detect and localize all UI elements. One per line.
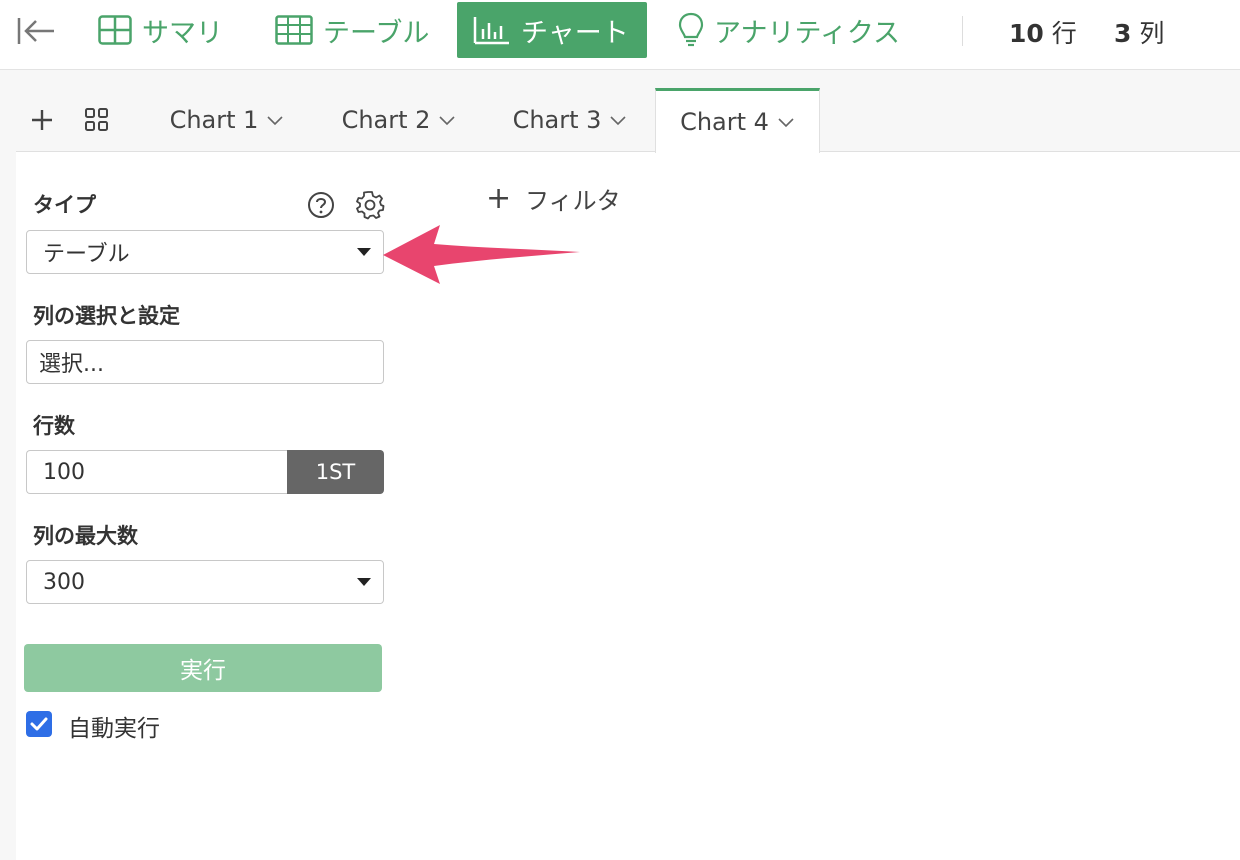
checkmark-icon	[30, 717, 48, 731]
tab-chart-2[interactable]: Chart 2	[324, 88, 474, 152]
tab-label: Chart 1	[169, 106, 259, 134]
chart-type-value: テーブル	[43, 242, 130, 267]
columns-placeholder: 選択...	[39, 352, 104, 377]
type-label: タイプ	[33, 193, 96, 217]
max-columns-value: 300	[43, 569, 85, 595]
tab-label: Chart 4	[680, 108, 769, 136]
max-columns-label: 列の最大数	[33, 524, 138, 548]
collapse-panel-icon[interactable]	[14, 14, 58, 48]
columns-select-input[interactable]: 選択...	[26, 340, 384, 384]
summary-grid-icon	[98, 15, 132, 45]
rows-mode-label: 1ST	[315, 460, 356, 484]
toolbar-divider	[962, 16, 963, 46]
chevron-down-icon	[778, 118, 794, 128]
chevron-down-icon	[610, 116, 626, 126]
chart-type-select[interactable]: テーブル	[26, 230, 384, 274]
tab-chart-3[interactable]: Chart 3	[495, 88, 645, 152]
top-toolbar: サマリ テーブル チャート アナリティクス 10 行 3 列	[0, 0, 1240, 70]
nav-analytics-label: アナリティクス	[714, 17, 901, 49]
left-gutter	[0, 70, 16, 860]
chart-grid-view-icon[interactable]	[84, 107, 110, 133]
table-icon	[275, 15, 313, 45]
gear-icon[interactable]	[355, 190, 385, 220]
nav-summary-button[interactable]: サマリ	[98, 2, 223, 58]
tab-chart-1[interactable]: Chart 1	[152, 88, 302, 152]
tab-chart-4[interactable]: Chart 4	[655, 88, 820, 153]
plus-icon: +	[486, 180, 512, 216]
rows-input[interactable]: 100	[26, 450, 288, 494]
row-count-value: 10	[1009, 19, 1044, 48]
nav-chart-button[interactable]: チャート	[457, 2, 647, 58]
row-count-unit: 行	[1051, 19, 1077, 48]
lightbulb-icon	[678, 12, 704, 47]
chevron-down-icon	[439, 116, 455, 126]
nav-summary-label: サマリ	[142, 17, 223, 49]
max-columns-select[interactable]: 300	[26, 560, 384, 604]
auto-run-label: 自動実行	[68, 716, 160, 742]
nav-chart-label: チャート	[521, 17, 629, 49]
add-filter-button[interactable]: + フィルタ	[486, 181, 621, 216]
rows-input-value: 100	[43, 459, 85, 485]
nav-table-button[interactable]: テーブル	[275, 2, 429, 58]
tab-label: Chart 2	[341, 106, 431, 134]
nav-table-label: テーブル	[323, 17, 430, 49]
caret-down-icon	[357, 248, 371, 256]
column-count-unit: 列	[1139, 19, 1165, 48]
columns-label: 列の選択と設定	[33, 304, 180, 328]
rows-mode-button[interactable]: 1ST	[287, 450, 384, 494]
run-button[interactable]: 実行	[24, 644, 382, 692]
chevron-down-icon	[267, 116, 283, 126]
filter-label: フィルタ	[525, 187, 621, 215]
run-button-label: 実行	[180, 658, 226, 684]
help-icon[interactable]	[307, 191, 335, 219]
tab-label: Chart 3	[512, 106, 602, 134]
rows-label: 行数	[33, 414, 75, 438]
annotation-arrow-icon	[383, 225, 580, 284]
column-count-value: 3	[1114, 19, 1132, 48]
row-count: 10 行	[1009, 14, 1077, 50]
nav-analytics-button[interactable]: アナリティクス	[678, 2, 900, 58]
column-count: 3 列	[1114, 14, 1164, 50]
auto-run-checkbox[interactable]	[26, 711, 52, 737]
caret-down-icon	[357, 578, 371, 586]
bar-chart-icon	[473, 17, 509, 45]
add-chart-icon[interactable]	[30, 108, 54, 132]
